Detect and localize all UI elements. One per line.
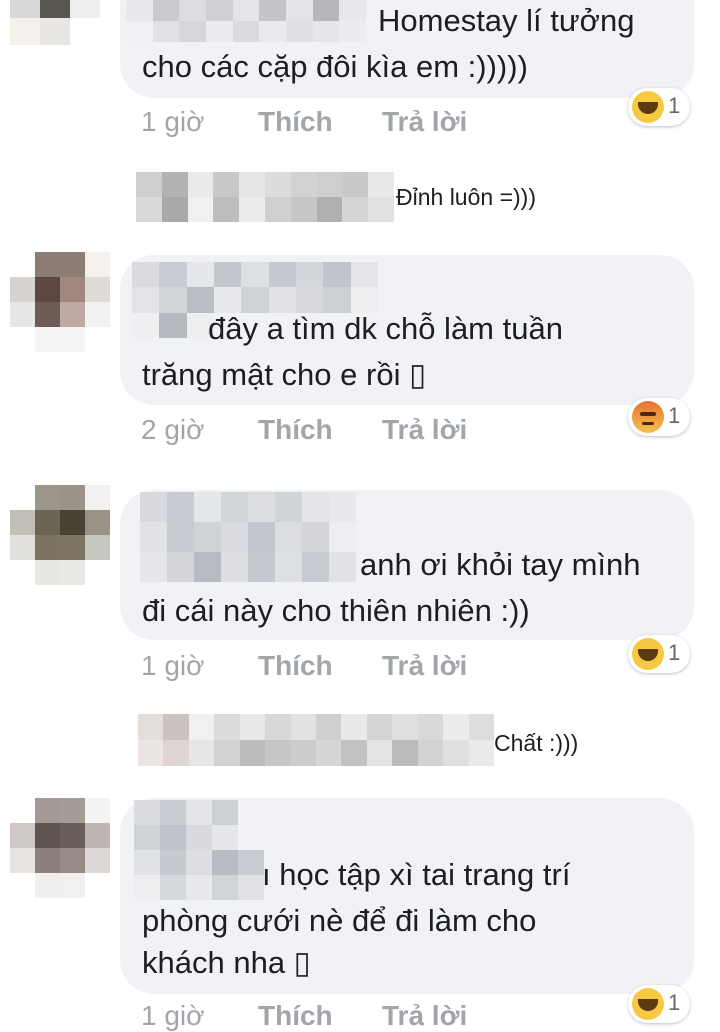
- avatar-blurred[interactable]: [10, 485, 110, 585]
- comment-text-line: cho các cặp đôi kìa em :))))): [142, 49, 528, 84]
- avatar-blurred[interactable]: [10, 252, 110, 352]
- comment-text-line: đi cái này cho thiên nhiên :)): [142, 593, 530, 628]
- reply-button[interactable]: Trả lời: [382, 1000, 467, 1032]
- comment-text-line: ı học tập xì tai trang trí: [262, 857, 571, 892]
- reaction-count: 1: [668, 990, 681, 1015]
- haha-reaction-icon: [632, 91, 664, 123]
- like-button[interactable]: Thích: [258, 414, 333, 446]
- haha-reaction-icon: [632, 988, 664, 1020]
- commenter-name-blurred[interactable]: [126, 0, 366, 42]
- reaction-badge[interactable]: 1: [628, 88, 690, 126]
- comment-text-line: phòng cưới nè để đi làm cho: [142, 903, 537, 938]
- commenter-name-blurred[interactable]: [134, 800, 264, 900]
- reply-author-blurred[interactable]: [138, 714, 494, 766]
- reply-button[interactable]: Trả lời: [382, 106, 467, 138]
- avatar-blurred[interactable]: [10, 798, 110, 898]
- comment-text-line: trăng mật cho e rồi ▯: [142, 357, 427, 392]
- reaction-badge[interactable]: 1: [628, 398, 690, 436]
- like-button[interactable]: Thích: [258, 1000, 333, 1032]
- comment-time: 1 giờ: [141, 650, 205, 681]
- comment-text-line: khách nha ▯: [142, 945, 311, 980]
- haha-reaction-icon: [632, 638, 664, 670]
- reaction-count: 1: [668, 403, 681, 428]
- reaction-count: 1: [668, 640, 681, 665]
- reaction-badge[interactable]: 1: [628, 635, 690, 673]
- comment-text-line: đây a tìm dk chỗ làm tuần: [208, 311, 563, 346]
- reply-preview-text[interactable]: Chất :))): [494, 730, 578, 757]
- comment-text-line: Homestay lí tưởng: [378, 3, 635, 38]
- reply-author-blurred[interactable]: [136, 172, 394, 222]
- reaction-badge[interactable]: 1: [628, 985, 690, 1023]
- comment-time: 1 giờ: [141, 106, 205, 137]
- reaction-count: 1: [668, 93, 681, 118]
- comment-text-line: anh ơi khỏi tay mình: [360, 547, 641, 582]
- reply-preview-text[interactable]: Đỉnh luôn =))): [396, 184, 536, 211]
- comment-time: 2 giờ: [141, 414, 205, 445]
- comment-time: 1 giờ: [141, 1000, 205, 1031]
- commenter-name-blurred[interactable]: [140, 492, 356, 582]
- reply-button[interactable]: Trả lời: [382, 414, 467, 446]
- angry-reaction-icon: [632, 401, 664, 433]
- reply-button[interactable]: Trả lời: [382, 650, 467, 682]
- like-button[interactable]: Thích: [258, 650, 333, 682]
- like-button[interactable]: Thích: [258, 106, 333, 138]
- avatar-blurred[interactable]: [10, 0, 100, 45]
